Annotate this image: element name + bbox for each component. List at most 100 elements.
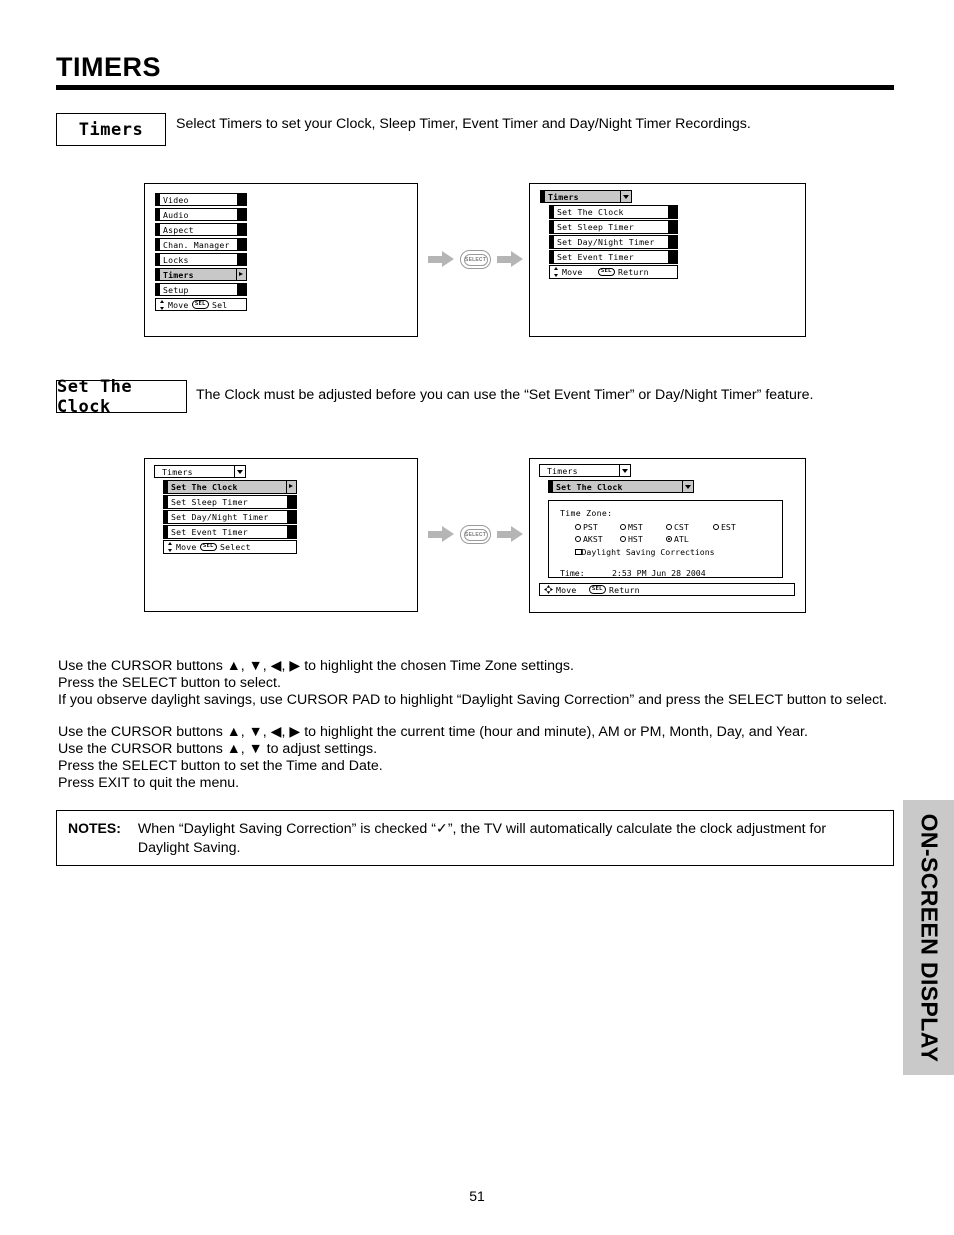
arrow-right-icon xyxy=(428,251,454,268)
menu-item-setup[interactable]: Setup xyxy=(155,282,247,297)
radio-option-cst[interactable]: CST xyxy=(666,522,713,532)
chevron-down-icon xyxy=(234,466,245,478)
title-divider xyxy=(56,85,894,90)
notes-line: Daylight Saving. xyxy=(137,840,241,856)
menu-item-set-the-clock[interactable]: Set The Clock xyxy=(163,480,297,494)
up-down-arrow-icon xyxy=(168,542,173,553)
instruction-line: Use the CURSOR buttons ▲, ▼ to adjust se… xyxy=(58,741,378,758)
select-button-label: SELECT xyxy=(463,528,488,541)
menu-item-label: Setup xyxy=(163,284,189,295)
menu-item-audio[interactable]: Audio xyxy=(155,207,247,222)
osd-footer-hint: Move SEL Sel xyxy=(155,297,247,312)
radio-label: CST xyxy=(674,522,689,532)
osd-subheader-group: Set The Clock xyxy=(548,480,698,494)
radio-option-est[interactable]: EST xyxy=(713,522,736,532)
osd-header-label: Timers xyxy=(548,191,579,202)
radio-label: EST xyxy=(721,522,736,532)
footer-move-label: Move xyxy=(562,267,583,278)
sel-badge-icon: SEL xyxy=(588,585,607,595)
menu-item-label: Set Sleep Timer xyxy=(557,221,634,232)
row-right-cap xyxy=(237,223,246,236)
osd-header-group: Timers xyxy=(539,464,639,478)
radio-option-mst[interactable]: MST xyxy=(620,522,666,532)
radio-icon-selected xyxy=(666,536,672,542)
menu-item-label: Video xyxy=(163,194,189,205)
select-button[interactable]: SELECT xyxy=(460,525,491,544)
instruction-line: Press the SELECT button to select. xyxy=(58,674,281,691)
flow-transition-2: SELECT xyxy=(428,525,523,544)
menu-item-timers[interactable]: Timers xyxy=(155,267,247,282)
up-down-arrow-icon xyxy=(554,267,559,278)
row-right-cap xyxy=(287,496,296,508)
menu-item-label: Set Event Timer xyxy=(171,526,248,537)
arrow-right-icon xyxy=(497,251,523,268)
notes-box: NOTES: When “Daylight Saving Correction”… xyxy=(56,810,894,866)
instruction-line: Use the CURSOR buttons ▲, ▼, ◀, ▶ to hig… xyxy=(58,658,574,674)
menu-item-locks[interactable]: Locks xyxy=(155,252,247,267)
menu-item-set-event-timer[interactable]: Set Event Timer xyxy=(549,250,678,264)
chevron-right-icon xyxy=(236,268,246,281)
arrow-right-icon xyxy=(497,526,523,543)
radio-label: AKST xyxy=(583,534,603,544)
chevron-down-icon xyxy=(620,191,631,203)
radio-option-atl[interactable]: ATL xyxy=(666,534,689,544)
menu-item-chan-manager[interactable]: Chan. Manager xyxy=(155,237,247,252)
notes-label: NOTES: xyxy=(68,820,121,836)
menu-item-label: Set Sleep Timer xyxy=(171,496,248,507)
sel-badge-icon: SEL xyxy=(597,267,616,277)
footer-action-label: Return xyxy=(609,584,640,595)
radio-icon xyxy=(575,524,581,530)
menu-item-set-sleep-timer[interactable]: Set Sleep Timer xyxy=(549,220,678,234)
menu-item-set-sleep-timer[interactable]: Set Sleep Timer xyxy=(163,495,297,509)
page-number: 51 xyxy=(469,1188,485,1204)
menu-item-label: Locks xyxy=(163,254,189,265)
osd-submenu-list: Set The Clock Set Sleep Timer Set Day/Ni… xyxy=(163,480,297,554)
osd-panel-set-the-clock: Timers Set The Clock Time Zone: PST MST … xyxy=(529,458,806,613)
menu-item-video[interactable]: Video xyxy=(155,193,247,207)
menu-item-set-day-night-timer[interactable]: Set Day/Night Timer xyxy=(549,235,678,249)
instruction-line: Use the CURSOR buttons ▲, ▼, ◀, ▶ to hig… xyxy=(58,724,808,741)
osd-footer-hint: Move SEL Select xyxy=(163,540,297,554)
menu-item-aspect[interactable]: Aspect xyxy=(155,222,247,237)
time-zone-box: Time Zone: PST MST CST EST AKST HST ATL … xyxy=(548,500,783,578)
osd-footer-group: Move SEL Return xyxy=(539,583,795,597)
instruction-line: If you observe daylight savings, use CUR… xyxy=(58,691,888,708)
section-label-timers: Timers xyxy=(56,113,166,146)
menu-item-label: Chan. Manager xyxy=(163,239,230,250)
osd-menu-main: Video Audio Aspect Chan. Manager Locks T… xyxy=(155,193,247,312)
row-right-cap xyxy=(668,236,677,248)
section-description-timers: Select Timers to set your Clock, Sleep T… xyxy=(176,116,751,132)
menu-item-label: Set The Clock xyxy=(171,481,238,492)
daylight-saving-option[interactable]: Daylight Saving Corrections xyxy=(575,547,715,557)
menu-item-set-the-clock[interactable]: Set The Clock xyxy=(549,205,678,219)
osd-subheader-label: Set The Clock xyxy=(556,481,623,492)
select-button[interactable]: SELECT xyxy=(460,250,491,269)
radio-option-akst[interactable]: AKST xyxy=(575,534,620,544)
sel-badge-icon: SEL xyxy=(199,542,218,552)
footer-action-label: Sel xyxy=(212,299,228,310)
radio-option-pst[interactable]: PST xyxy=(575,522,620,532)
menu-item-label: Set The Clock xyxy=(557,206,624,217)
time-value[interactable]: 2:53 PM Jun 28 2004 xyxy=(612,568,706,578)
radio-option-hst[interactable]: HST xyxy=(620,534,666,544)
radio-label: ATL xyxy=(674,534,689,544)
menu-item-set-event-timer[interactable]: Set Event Timer xyxy=(163,525,297,539)
menu-item-set-day-night-timer[interactable]: Set Day/Night Timer xyxy=(163,510,297,524)
menu-item-label: Set Day/Night Timer xyxy=(557,236,655,247)
menu-item-label: Set Event Timer xyxy=(557,251,634,262)
osd-panel-timers-menu: Timers Set The Clock Set Sleep Timer Set… xyxy=(529,183,806,337)
footer-move-label: Move xyxy=(168,299,189,310)
daylight-saving-label: Daylight Saving Corrections xyxy=(581,547,715,557)
menu-item-label: Set Day/Night Timer xyxy=(171,511,269,522)
notes-body: When “Daylight Saving Correction” is che… xyxy=(138,820,826,865)
row-right-cap xyxy=(237,253,246,266)
select-button-label: SELECT xyxy=(463,253,488,266)
chevron-down-icon xyxy=(682,481,693,493)
radio-icon xyxy=(575,536,581,542)
radio-icon xyxy=(713,524,719,530)
flow-transition-1: SELECT xyxy=(428,250,523,269)
time-row: Time: 2:53 PM Jun 28 2004 xyxy=(560,568,706,578)
radio-label: PST xyxy=(583,522,598,532)
footer-move-label: Move xyxy=(556,584,577,595)
osd-footer-hint: Move SEL Return xyxy=(549,265,678,279)
